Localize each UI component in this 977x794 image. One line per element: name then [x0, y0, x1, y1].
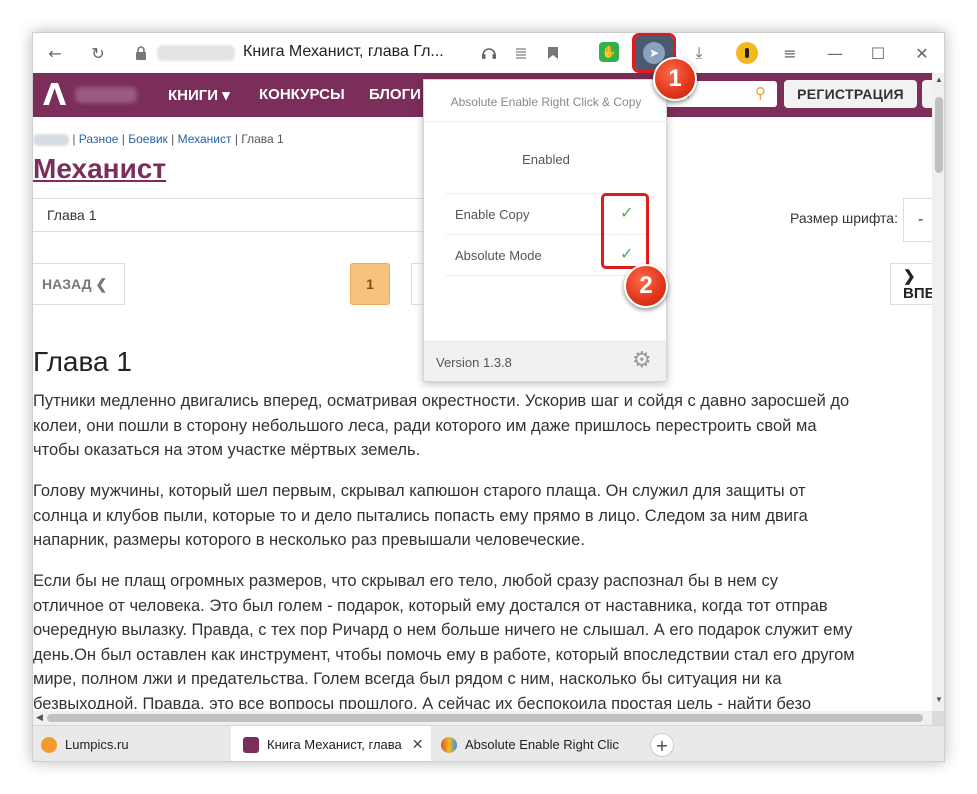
yellow-extension-icon[interactable] [736, 42, 758, 64]
site-logo[interactable]: Λ [43, 81, 66, 111]
scroll-thumb[interactable] [935, 97, 943, 173]
text-line: мире, полном лжи и предательства. Голем … [33, 670, 782, 688]
browser-toolbar: ← ↻ Книга Механист, глава Гл... ✋ ➤ ⤓ ≡ … [33, 33, 944, 73]
callout-1: 1 [653, 57, 697, 101]
text-line: чтобы оказаться на этом участке мёртвых … [33, 441, 421, 459]
search-icon[interactable]: ⚲ [755, 84, 766, 102]
text-line: день.Он был оставлен как инструмент, что… [33, 645, 855, 664]
text-line: очередную вылазку. Правда, с тех пор Рич… [33, 621, 853, 639]
book-title[interactable]: Механист [33, 153, 166, 185]
maximize-icon[interactable]: ☐ [866, 41, 890, 65]
scroll-left-icon[interactable]: ◀ [36, 712, 43, 723]
minimize-icon[interactable]: — [823, 41, 847, 65]
text-line: Путники медленно двигались вперед, осмат… [33, 392, 850, 410]
popup-title: Absolute Enable Right Click & Copy [450, 95, 642, 109]
font-size-label: Размер шрифта: [790, 210, 898, 226]
text-line: Голову мужчины, который шел первым, скры… [33, 482, 806, 500]
tab-label: Книга Механист, глава [267, 737, 402, 752]
scrollbar-corner [932, 711, 944, 725]
back-arrow-icon[interactable]: ← [43, 41, 67, 65]
lumpics-favicon-icon [41, 736, 57, 753]
nav-books[interactable]: КНИГИ ▾ [168, 86, 230, 104]
bookmark-icon[interactable] [541, 41, 565, 65]
tab-extension[interactable]: Absolute Enable Right Clic [441, 726, 631, 761]
breadcrumb-item[interactable]: Механист [178, 132, 232, 146]
text-line: безвыходной. Правда, это все вопросы про… [33, 694, 812, 710]
reader-mode-icon[interactable] [509, 41, 533, 65]
font-size-decrease-button[interactable]: - [903, 198, 935, 242]
text-line: солнца и клубов пыли, которые то и дело … [33, 506, 808, 525]
paragraph: Путники медленно двигались вперед, осмат… [33, 389, 932, 463]
breadcrumb-home-blurred[interactable] [33, 133, 69, 146]
scroll-up-icon[interactable]: ▲ [935, 75, 943, 84]
highlight-checkmarks [601, 193, 649, 269]
callout-2: 2 [624, 264, 668, 308]
version-label: Version 1.3.8 [436, 355, 512, 370]
chapter-text: Путники медленно двигались вперед, осмат… [33, 389, 932, 709]
text-line: отличное от человека. Это был голем - по… [33, 596, 828, 615]
text-line: напарник, размеры которого в несколько р… [33, 531, 585, 549]
scroll-thumb[interactable] [47, 714, 923, 722]
text-line: колеи, они пошли в сторону небольшого ле… [33, 416, 817, 435]
chapter-select[interactable]: Глава 1 [33, 198, 425, 232]
browser-window: ← ↻ Книга Механист, глава Гл... ✋ ➤ ⤓ ≡ … [32, 32, 945, 762]
lock-icon[interactable] [131, 40, 151, 66]
green-extension-icon[interactable]: ✋ [599, 42, 619, 62]
back-button[interactable]: НАЗАД ❮ [33, 263, 125, 305]
tab-book[interactable]: Книга Механист, глава ✕ [231, 726, 431, 761]
tab-label: Absolute Enable Right Clic [465, 737, 619, 752]
chapter-heading: Глава 1 [33, 346, 132, 377]
nav-contests[interactable]: КОНКУРСЫ [259, 86, 345, 103]
close-window-icon[interactable]: ✕ [910, 41, 934, 65]
page-number-current[interactable]: 1 [350, 263, 390, 305]
popup-status: Enabled [522, 152, 570, 167]
divider [446, 275, 646, 276]
breadcrumb: | Разное | Боевик | Механист | Глава 1 [33, 132, 284, 146]
webstore-favicon-icon [441, 736, 457, 753]
paragraph: Если бы не плащ огромных размеров, что с… [33, 569, 932, 709]
scroll-down-icon[interactable]: ▼ [935, 695, 943, 704]
option-label: Enable Copy [455, 207, 530, 222]
gear-icon[interactable]: ⚙ [632, 348, 652, 373]
headphones-icon[interactable] [477, 41, 501, 65]
close-tab-icon[interactable]: ✕ [412, 737, 424, 753]
breadcrumb-current: Глава 1 [241, 132, 284, 146]
text-line: Если бы не плащ огромных размеров, что с… [33, 572, 778, 590]
paragraph: Голову мужчины, который шел первым, скры… [33, 479, 932, 553]
divider [424, 121, 668, 122]
site-name-blurred[interactable] [75, 87, 137, 103]
vertical-scrollbar[interactable]: ▲ ▼ [932, 73, 944, 711]
register-button[interactable]: РЕГИСТРАЦИЯ [784, 80, 917, 108]
tab-lumpics[interactable]: Lumpics.ru [41, 726, 231, 761]
book-favicon-icon [243, 736, 259, 753]
new-tab-button[interactable]: + [650, 733, 674, 757]
popup-footer: Version 1.3.8 ⚙ [424, 341, 666, 381]
nav-blogs[interactable]: БЛОГИ [369, 86, 421, 103]
breadcrumb-item[interactable]: Разное [79, 132, 119, 146]
chapter-select-value: Глава 1 [47, 207, 97, 223]
option-label: Absolute Mode [455, 248, 542, 263]
breadcrumb-item[interactable]: Боевик [128, 132, 168, 146]
address-page-title[interactable]: Книга Механист, глава Гл... [243, 43, 444, 61]
reload-icon[interactable]: ↻ [86, 41, 110, 65]
horizontal-scrollbar[interactable]: ◀ [33, 711, 932, 725]
tab-label: Lumpics.ru [65, 737, 129, 752]
address-domain[interactable] [157, 45, 235, 61]
tab-bar: Lumpics.ru Книга Механист, глава ✕ Absol… [33, 725, 944, 761]
download-icon[interactable]: ⤓ [687, 41, 711, 65]
menu-icon[interactable]: ≡ [778, 41, 802, 65]
